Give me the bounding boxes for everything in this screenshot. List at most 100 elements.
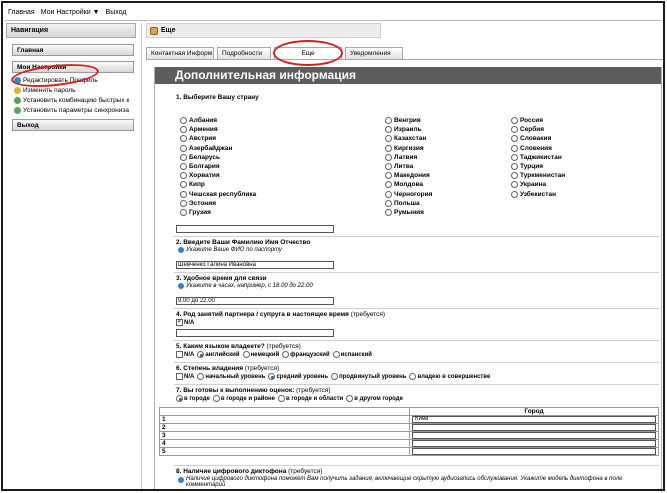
- language-option-english[interactable]: английский: [197, 351, 240, 358]
- country-option[interactable]: Армения: [180, 125, 218, 134]
- radio-button[interactable]: [331, 373, 339, 380]
- country-option[interactable]: Израиль: [385, 125, 422, 134]
- radio-button[interactable]: [180, 117, 187, 124]
- radio-button[interactable]: [385, 199, 392, 207]
- radio-button[interactable]: [511, 172, 518, 180]
- country-option[interactable]: Грузия: [180, 208, 211, 217]
- radio-button[interactable]: [385, 144, 392, 152]
- radio-button[interactable]: [385, 172, 392, 180]
- country-option[interactable]: Албания: [180, 116, 217, 125]
- sidebar-home-button[interactable]: Главная: [12, 44, 134, 56]
- radio-button[interactable]: [180, 199, 187, 207]
- evaluation-option-city-district[interactable]: в городе и районе: [212, 395, 275, 402]
- country-option[interactable]: Россия: [511, 116, 543, 125]
- country-option[interactable]: Беларусь: [180, 153, 220, 162]
- country-option[interactable]: Турция: [511, 162, 543, 171]
- country-option[interactable]: Румыния: [385, 208, 424, 217]
- evaluation-option-city[interactable]: в городе: [176, 395, 210, 402]
- sidebar-item-change-password[interactable]: Изменить пароль: [14, 85, 136, 95]
- sidebar-item-sync[interactable]: Установить параметры синхрониза: [14, 105, 136, 115]
- country-option[interactable]: Таджикистан: [511, 153, 562, 162]
- radio-button[interactable]: [180, 163, 187, 170]
- radio-button[interactable]: [385, 181, 392, 189]
- radio-button[interactable]: [511, 153, 518, 161]
- country-option[interactable]: Словения: [511, 144, 552, 153]
- evaluation-option-city-region[interactable]: в городе и области: [278, 395, 343, 402]
- radio-button[interactable]: [242, 351, 250, 358]
- tab-notifications[interactable]: Уведомления: [345, 47, 403, 59]
- tab-contact-info[interactable]: Контактная Информ: [146, 47, 214, 59]
- radio-button[interactable]: [180, 209, 187, 216]
- city-input[interactable]: Киев: [412, 416, 656, 423]
- sidebar-item-shortcuts[interactable]: Установить комбинацию быстрых к: [14, 95, 136, 105]
- radio-button[interactable]: [282, 351, 290, 358]
- radio-button[interactable]: [385, 117, 392, 124]
- radio-button[interactable]: [180, 126, 187, 134]
- country-option[interactable]: Австрия: [180, 134, 216, 143]
- country-other-input[interactable]: [176, 225, 334, 233]
- radio-button[interactable]: [511, 163, 518, 170]
- full-name-input[interactable]: Шевченко Галина Ивановна: [176, 261, 334, 269]
- city-input[interactable]: [412, 432, 656, 439]
- evaluation-option-other-city[interactable]: в другом городе: [346, 395, 403, 402]
- country-option[interactable]: Туркменистан: [511, 171, 565, 180]
- country-option[interactable]: Узбекистан: [511, 190, 556, 199]
- country-option[interactable]: Азербайджан: [180, 144, 232, 153]
- radio-button[interactable]: [197, 351, 205, 358]
- language-option-french[interactable]: французский: [282, 351, 330, 358]
- language-option-german[interactable]: немецкий: [242, 351, 279, 358]
- radio-button[interactable]: [385, 153, 392, 161]
- country-option[interactable]: Черногория: [385, 190, 432, 199]
- menu-settings[interactable]: Мои Настройки ▼: [41, 9, 100, 16]
- proficiency-option-beginner[interactable]: начальный уровень: [197, 373, 265, 380]
- radio-button[interactable]: [332, 351, 340, 358]
- radio-button[interactable]: [385, 190, 392, 198]
- sidebar-exit-button[interactable]: Выход: [12, 119, 134, 131]
- radio-button[interactable]: [180, 190, 187, 198]
- sidebar-settings-button[interactable]: Мои Настройки: [12, 61, 134, 73]
- radio-button[interactable]: [511, 117, 518, 124]
- radio-button[interactable]: [409, 373, 417, 380]
- radio-button[interactable]: [385, 135, 392, 143]
- radio-button[interactable]: [268, 373, 276, 380]
- radio-button[interactable]: [180, 181, 187, 189]
- radio-button[interactable]: [511, 190, 518, 198]
- radio-button[interactable]: [346, 395, 354, 402]
- contact-time-input[interactable]: 9.00 до 22.00: [176, 297, 334, 305]
- radio-button[interactable]: [511, 135, 518, 143]
- proficiency-option-advanced[interactable]: продвинутый уровень: [331, 373, 406, 380]
- partner-occupation-input[interactable]: [176, 329, 334, 337]
- country-option[interactable]: Казахстан: [385, 134, 426, 143]
- radio-button[interactable]: [197, 373, 205, 380]
- na-checkbox[interactable]: [176, 373, 183, 380]
- country-option[interactable]: Эстония: [180, 199, 216, 208]
- radio-button[interactable]: [385, 209, 392, 216]
- country-option[interactable]: Македония: [385, 171, 430, 180]
- country-option[interactable]: Литва: [385, 162, 413, 171]
- radio-button[interactable]: [212, 395, 220, 402]
- country-option[interactable]: Чешская республика: [180, 190, 256, 199]
- radio-button[interactable]: [180, 153, 187, 161]
- country-option[interactable]: Молдова: [385, 180, 423, 189]
- radio-button[interactable]: [278, 395, 286, 402]
- proficiency-option-intermediate[interactable]: средний уровень: [268, 373, 328, 380]
- tab-details[interactable]: Подробности: [217, 47, 271, 59]
- radio-button[interactable]: [385, 163, 392, 170]
- na-checkbox-label[interactable]: N/A: [176, 317, 194, 326]
- sidebar-item-edit-profile[interactable]: Редактировать Профиль: [14, 75, 136, 85]
- menu-home[interactable]: Главная: [8, 9, 35, 16]
- radio-button[interactable]: [180, 144, 187, 152]
- city-input[interactable]: [412, 448, 656, 455]
- radio-button[interactable]: [180, 172, 187, 180]
- language-option-spanish[interactable]: испанский: [332, 351, 372, 358]
- radio-button[interactable]: [511, 181, 518, 189]
- radio-button[interactable]: [176, 395, 183, 402]
- country-option[interactable]: Сербия: [511, 125, 544, 134]
- radio-button[interactable]: [180, 135, 187, 143]
- country-option[interactable]: Хорватия: [180, 171, 220, 180]
- proficiency-na[interactable]: N/A: [176, 373, 194, 380]
- language-na[interactable]: N/A: [176, 351, 194, 358]
- radio-button[interactable]: [385, 126, 392, 134]
- tab-more[interactable]: Еще: [274, 47, 342, 59]
- radio-button[interactable]: [511, 144, 518, 152]
